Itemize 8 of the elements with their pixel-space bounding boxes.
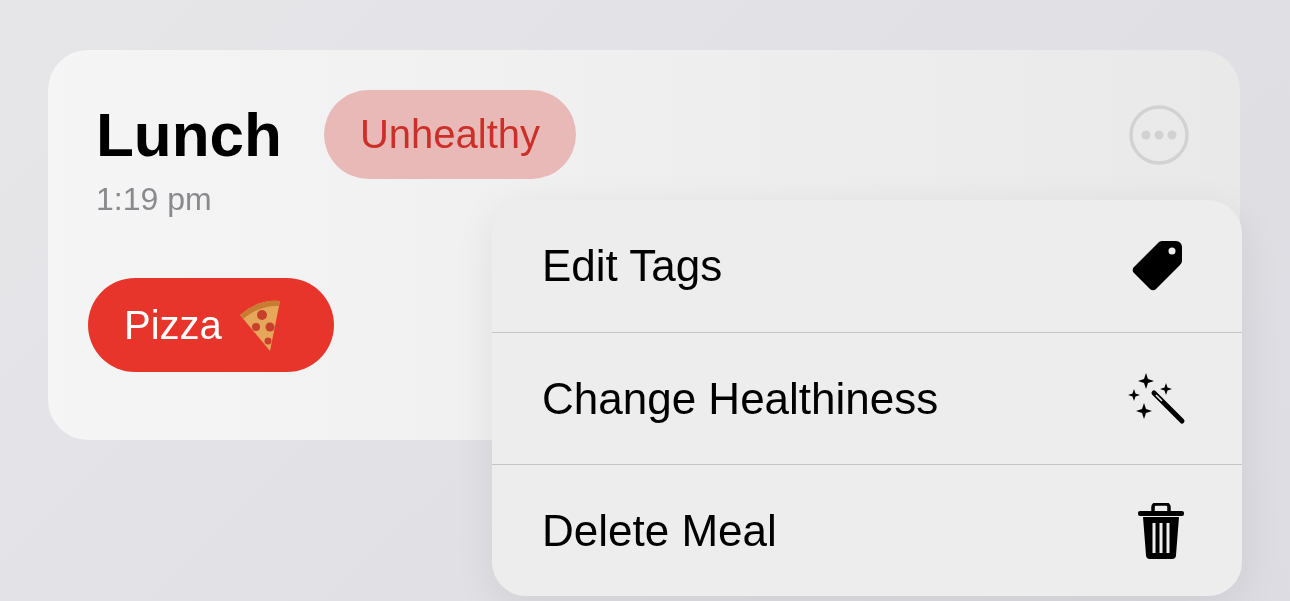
meal-time: 1:19 pm — [96, 181, 213, 218]
meal-title: Lunch — [96, 99, 282, 170]
more-icon[interactable] — [1128, 104, 1190, 166]
menu-item[interactable]: Change Healthiness — [492, 332, 1242, 464]
trash-icon — [1136, 502, 1186, 559]
menu-item[interactable]: Delete Meal — [492, 464, 1242, 596]
food-tag[interactable]: Pizza — [88, 278, 334, 372]
menu-item[interactable]: Edit Tags — [492, 200, 1242, 332]
